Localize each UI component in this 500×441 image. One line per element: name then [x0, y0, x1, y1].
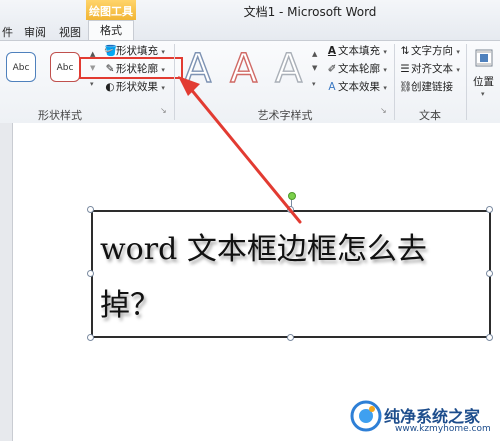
- watermark-url: www.kzmyhome.com: [395, 424, 491, 434]
- annotation-arrow: [178, 76, 302, 224]
- watermark-logo-icon: [350, 400, 382, 432]
